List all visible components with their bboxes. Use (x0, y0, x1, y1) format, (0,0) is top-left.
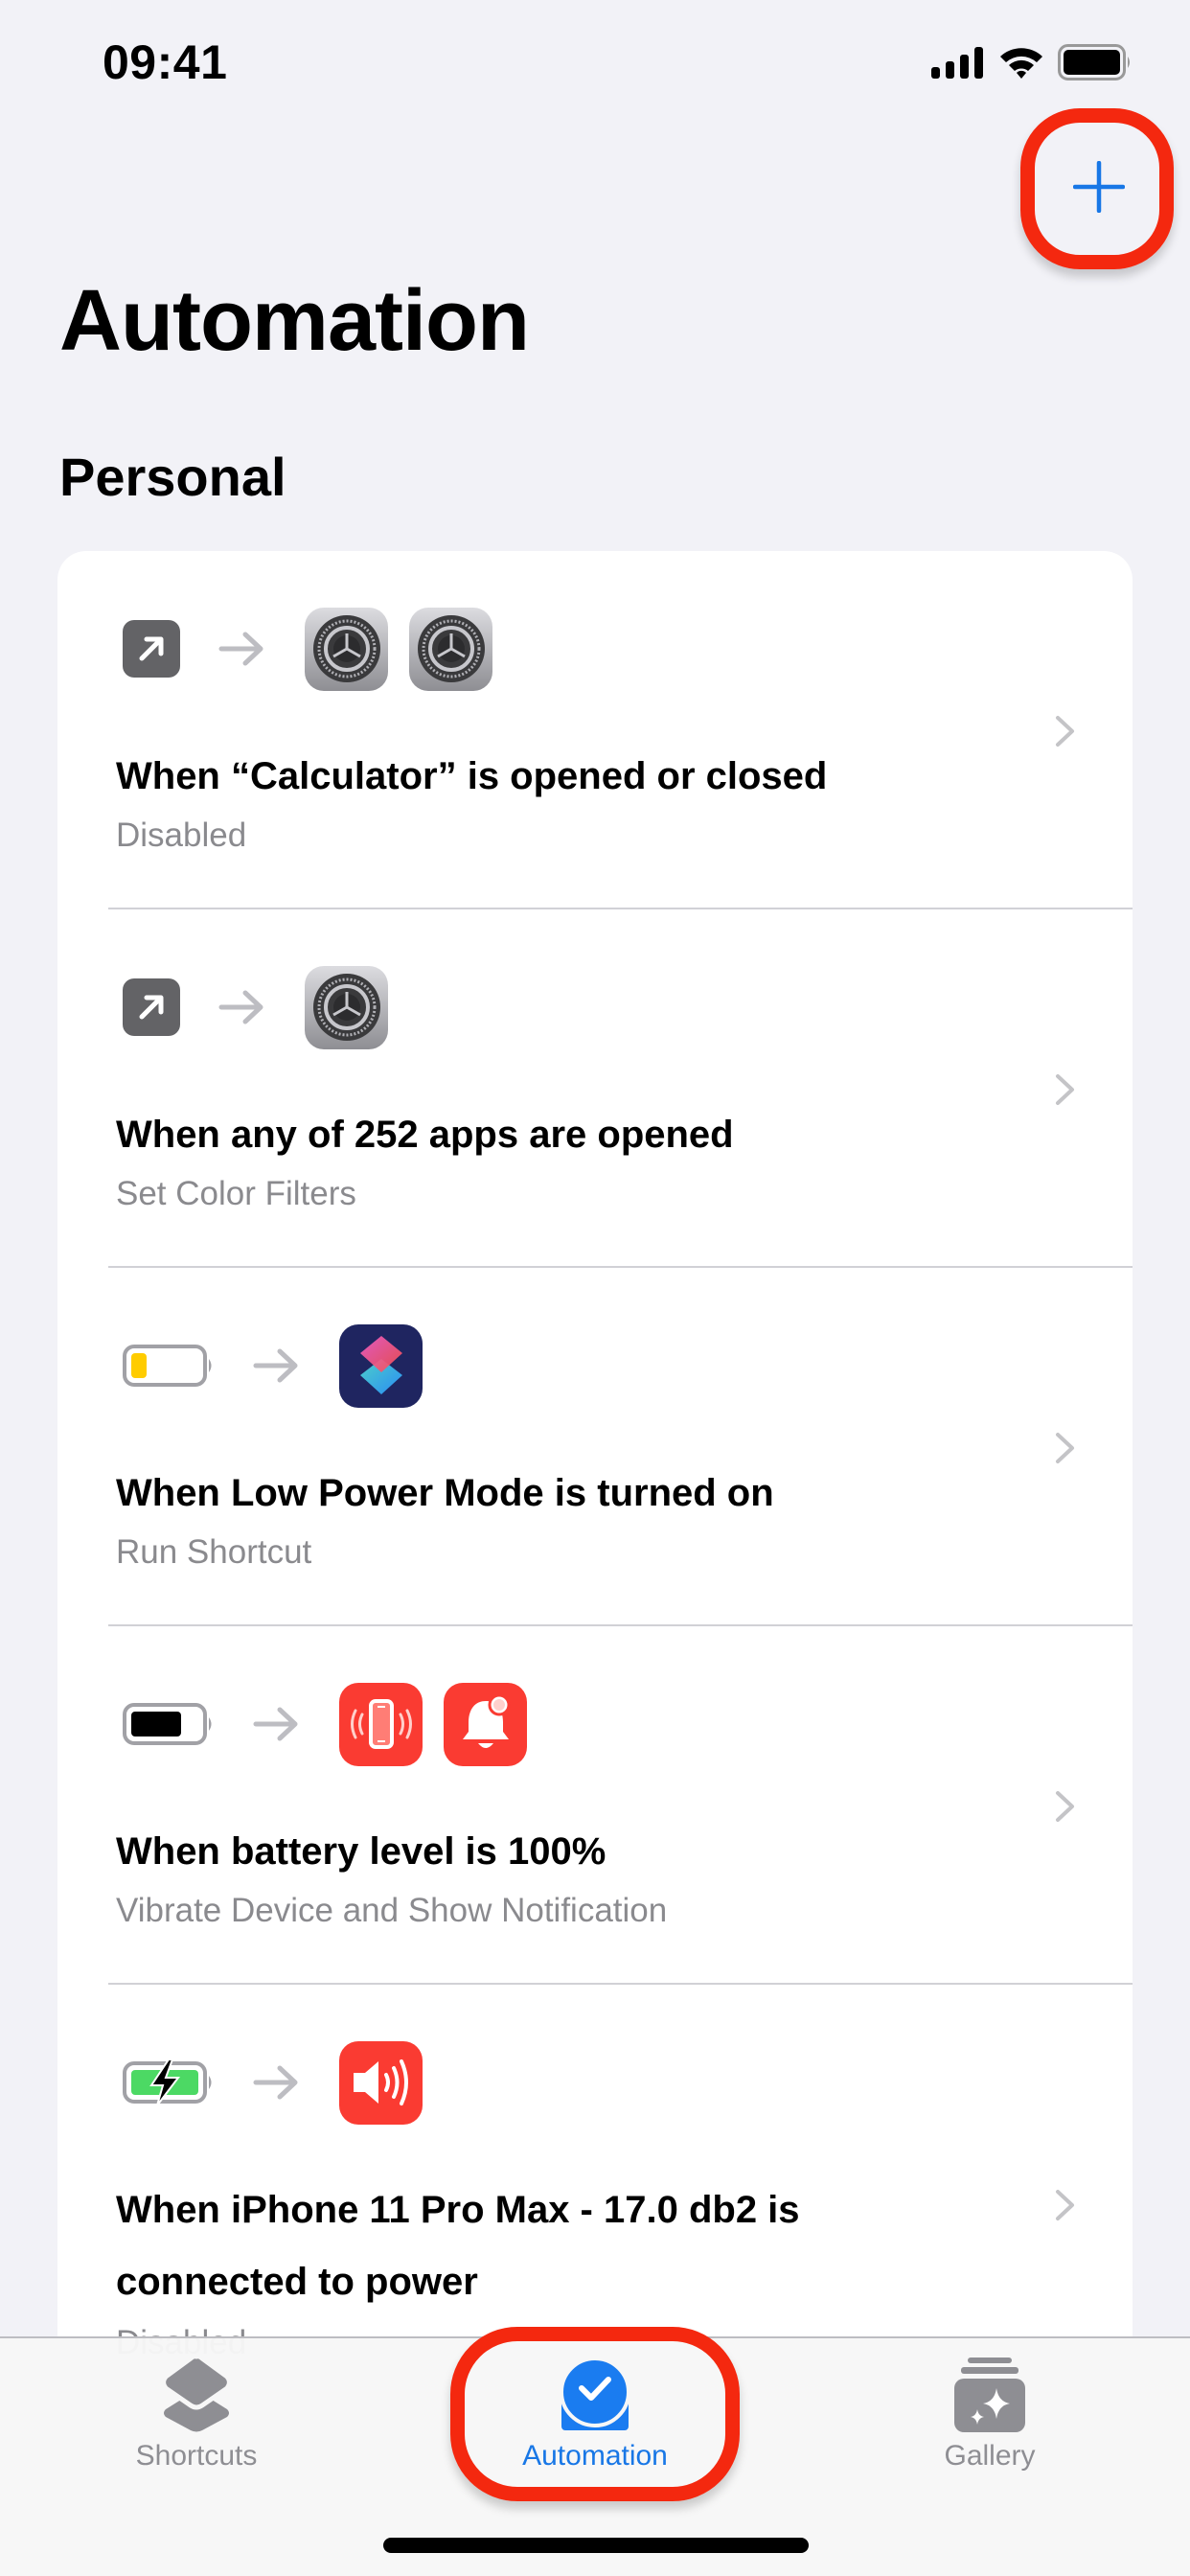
tab-label: Shortcuts (135, 2440, 258, 2472)
gallery-sparkle-icon (954, 2356, 1025, 2432)
chevron-right-icon (1054, 2188, 1077, 2227)
flow-arrow-icon (218, 630, 264, 668)
full-battery-icon (123, 1703, 215, 1745)
row-title: When any of 252 apps are opened (116, 1114, 734, 1156)
vibrate-device-icon (339, 1682, 423, 1766)
automation-row[interactable]: When “Calculator” is opened or closed Di… (57, 551, 1133, 909)
charging-battery-icon (123, 2059, 215, 2105)
chevron-right-icon (1054, 1072, 1077, 1112)
settings-app-icon (305, 965, 388, 1049)
page-title: Automation (59, 273, 530, 369)
home-indicator[interactable] (383, 2538, 809, 2553)
cellular-signal-icon (931, 46, 985, 83)
battery-icon (1058, 44, 1133, 85)
shortcuts-app-icon (339, 1323, 423, 1408)
row-title: When Low Power Mode is turned on (116, 1472, 774, 1514)
tab-label: Gallery (944, 2440, 1036, 2472)
row-subtitle: Disabled (116, 816, 247, 854)
chevron-right-icon (1054, 1789, 1077, 1828)
row-subtitle: Set Color Filters (116, 1175, 356, 1212)
settings-app-icon (305, 607, 388, 691)
row-title: When iPhone 11 Pro Max - 17.0 db2 is con… (116, 2189, 800, 2303)
low-battery-icon (123, 1345, 215, 1387)
row-icons (123, 1323, 423, 1408)
row-icons (123, 1682, 527, 1766)
flow-arrow-icon (253, 1705, 299, 1743)
settings-app-icon (409, 607, 492, 691)
row-subtitle: Run Shortcut (116, 1533, 312, 1571)
wifi-icon (998, 45, 1044, 84)
status-icons (931, 44, 1133, 85)
chevron-right-icon (1054, 1431, 1077, 1470)
flow-arrow-icon (218, 988, 264, 1026)
tab-shortcuts[interactable]: Shortcuts (53, 2338, 340, 2482)
plus-icon (1072, 160, 1126, 218)
automation-row[interactable]: When any of 252 apps are opened Set Colo… (57, 909, 1133, 1268)
row-subtitle: Vibrate Device and Show Notification (116, 1892, 668, 1929)
row-icons (123, 965, 388, 1049)
app-open-arrow-icon (123, 620, 180, 678)
flow-arrow-icon (253, 2063, 299, 2102)
tab-label: Automation (522, 2440, 668, 2472)
chevron-right-icon (1054, 714, 1077, 753)
add-automation-button[interactable] (1051, 141, 1147, 237)
row-title: When “Calculator” is opened or closed (116, 755, 828, 797)
automation-row[interactable]: When Low Power Mode is turned on Run Sho… (57, 1268, 1133, 1626)
show-notification-icon (444, 1682, 527, 1766)
tab-gallery[interactable]: Gallery (846, 2338, 1133, 2482)
app-open-arrow-icon (123, 978, 180, 1036)
status-time: 09:41 (103, 35, 228, 89)
automation-row[interactable]: When iPhone 11 Pro Max - 17.0 db2 is con… (57, 1985, 1133, 2372)
automation-row[interactable]: When battery level is 100% Vibrate Devic… (57, 1626, 1133, 1985)
row-icons (123, 607, 492, 691)
shortcuts-stack-icon (160, 2356, 233, 2432)
section-title-personal: Personal (59, 447, 286, 507)
tab-automation[interactable]: Automation (451, 2338, 739, 2482)
flow-arrow-icon (253, 1346, 299, 1385)
automation-clock-check-icon (560, 2356, 630, 2432)
row-title: When battery level is 100% (116, 1830, 606, 1873)
volume-icon (339, 2040, 423, 2125)
automation-list: When “Calculator” is opened or closed Di… (57, 551, 1133, 2372)
row-icons (123, 2040, 423, 2125)
